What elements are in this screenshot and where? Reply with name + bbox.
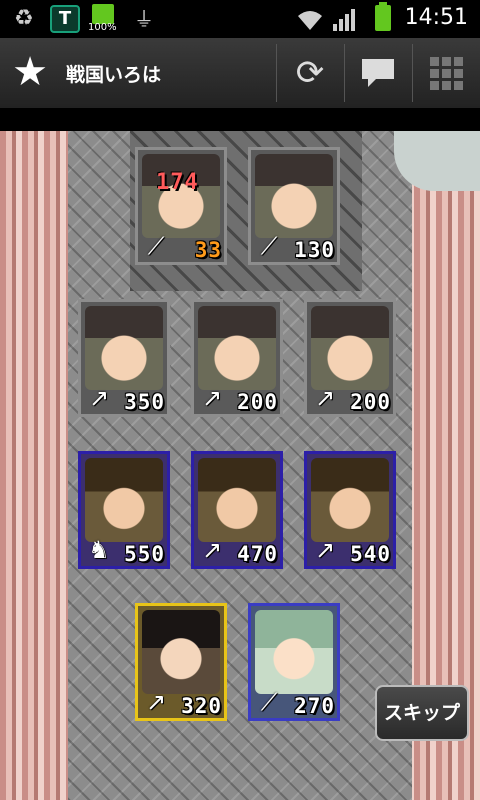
- unit-value: 540: [350, 542, 391, 566]
- unit-card[interactable]: ↗ 350: [78, 299, 170, 417]
- unit-value: 550: [124, 542, 165, 566]
- refresh-icon[interactable]: ⟳: [282, 46, 338, 100]
- unit-value: 200: [237, 390, 278, 414]
- battery-icon: [92, 4, 114, 24]
- spear-icon: ↗: [314, 384, 336, 412]
- usb-icon: ⏚: [134, 7, 154, 31]
- unit-portrait: [142, 154, 220, 238]
- unit-card[interactable]: ↗ 200: [304, 299, 396, 417]
- unit-card[interactable]: ↗ 470: [191, 451, 283, 569]
- unit-portrait: [311, 306, 389, 390]
- shield-t-icon: T: [50, 5, 80, 33]
- bow-icon: ⟋: [260, 688, 278, 716]
- unit-portrait: [85, 306, 163, 390]
- unit-portrait: [85, 458, 163, 542]
- spear-icon: ↗: [201, 384, 223, 412]
- unit-portrait: [255, 154, 333, 238]
- star-icon[interactable]: ★: [8, 50, 52, 94]
- unit-card[interactable]: ↗ 200: [191, 299, 283, 417]
- unit-portrait: [255, 610, 333, 694]
- unit-card[interactable]: ↗ 540: [304, 451, 396, 569]
- unit-card[interactable]: ⟋ 270: [248, 603, 340, 721]
- spear-icon: ↗: [145, 688, 167, 716]
- skip-button[interactable]: スキップ: [375, 685, 469, 741]
- bow-icon: ⟋: [260, 232, 278, 260]
- recycle-icon: ♻: [14, 6, 34, 31]
- spear-icon: ↗: [88, 384, 110, 412]
- unit-value: 200: [350, 390, 391, 414]
- unit-portrait: [198, 458, 276, 542]
- unit-portrait: [198, 306, 276, 390]
- clock: 14:51: [404, 5, 468, 30]
- unit-damage: 174: [156, 170, 199, 195]
- unit-value: 270: [294, 694, 335, 718]
- horse-icon: ♞: [88, 536, 110, 564]
- unit-value: 320: [181, 694, 222, 718]
- action-bar: ★ 戦国いろは ⟳: [0, 38, 480, 109]
- divider: [412, 44, 413, 102]
- grid-menu-icon[interactable]: [418, 46, 474, 100]
- signal-icon: [332, 8, 358, 36]
- unit-value: 470: [237, 542, 278, 566]
- unit-portrait: [311, 458, 389, 542]
- divider: [344, 44, 345, 102]
- unit-portrait: [142, 610, 220, 694]
- unit-card[interactable]: ↗ 320: [135, 603, 227, 721]
- battery-percent: 100%: [88, 22, 117, 33]
- spear-icon: ↗: [201, 536, 223, 564]
- unit-value: 350: [124, 390, 165, 414]
- chat-icon[interactable]: [350, 46, 406, 100]
- bow-icon: ⟋: [147, 232, 165, 260]
- unit-value: 33: [194, 238, 222, 262]
- app-title: 戦国いろは: [66, 64, 162, 86]
- unit-card[interactable]: ♞ 550: [78, 451, 170, 569]
- unit-card[interactable]: ⟋ 130: [248, 147, 340, 265]
- divider: [276, 44, 277, 102]
- unit-value: 130: [294, 238, 335, 262]
- status-bar: ♻ T 100% ⏚ 14:51: [0, 0, 480, 38]
- battery-icon: [375, 2, 391, 31]
- spear-icon: ↗: [314, 536, 336, 564]
- unit-card[interactable]: 174 ⟋ 33: [135, 147, 227, 265]
- wifi-icon: [296, 8, 324, 36]
